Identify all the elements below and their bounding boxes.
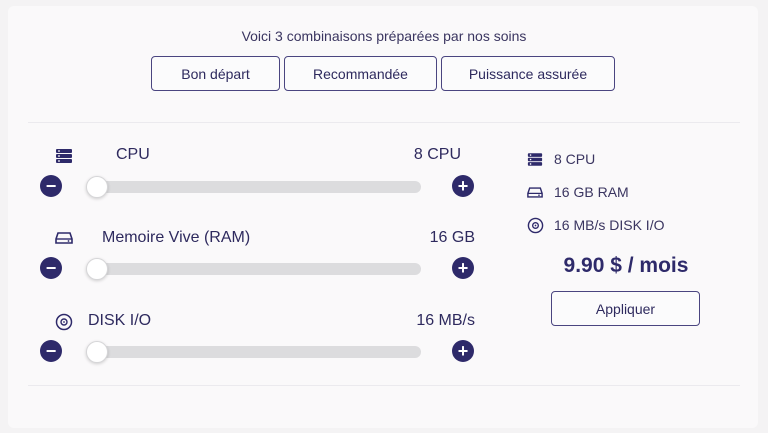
ram-label: Memoire Vive (RAM) (102, 229, 251, 246)
disk-label: DISK I/O (88, 312, 152, 329)
disk-value: 16 MB/s (416, 312, 475, 329)
intro-text: Voici 3 combinaisons préparées par nos s… (241, 28, 527, 44)
disk-decrease-button[interactable]: − (40, 340, 62, 362)
minus-icon: − (45, 341, 57, 361)
cpu-increase-button[interactable]: + (452, 175, 474, 197)
ram-slider-track[interactable] (86, 258, 421, 280)
divider (28, 122, 740, 123)
disk-slider-thumb[interactable] (86, 341, 108, 363)
drive-icon (55, 231, 75, 247)
ram-increase-button[interactable]: + (452, 257, 474, 279)
disk-increase-button[interactable]: + (452, 340, 474, 362)
summary-cpu: 8 CPU (526, 150, 595, 168)
cpu-label: CPU (116, 146, 150, 163)
disc-icon (55, 313, 75, 331)
drive-icon (526, 184, 544, 200)
ram-decrease-button[interactable]: − (40, 257, 62, 279)
ram-value: 16 GB (429, 229, 475, 246)
disc-icon (526, 217, 544, 233)
plus-icon: + (457, 258, 469, 278)
preset-puissance-assuree-button[interactable]: Puissance assurée (441, 56, 615, 91)
cpu-row: CPU 8 CPU − + (0, 140, 500, 200)
summary-cpu-text: 8 CPU (554, 151, 596, 167)
cpu-slider-track[interactable] (86, 176, 421, 198)
summary-ram-text: 16 GB RAM (554, 184, 629, 200)
preset-bon-depart-button[interactable]: Bon départ (151, 56, 280, 91)
server-icon (55, 148, 75, 164)
summary-disk-text: 16 MB/s DISK I/O (554, 217, 665, 233)
cpu-value: 8 CPU (413, 146, 461, 163)
ram-slider-thumb[interactable] (86, 258, 108, 280)
server-icon (526, 151, 544, 167)
cpu-slider-thumb[interactable] (86, 176, 108, 198)
disk-row: DISK I/O 16 MB/s − + (0, 305, 500, 365)
plus-icon: + (457, 176, 469, 196)
plus-icon: + (457, 341, 469, 361)
price: 9.90 $ / mois (563, 254, 689, 277)
preset-buttons: Bon départ Recommandée Puissance assurée (0, 56, 768, 92)
summary-disk: 16 MB/s DISK I/O (526, 216, 664, 234)
divider (28, 385, 740, 386)
minus-icon: − (45, 258, 57, 278)
disk-slider-track[interactable] (86, 341, 421, 363)
summary-ram: 16 GB RAM (526, 183, 629, 201)
cpu-decrease-button[interactable]: − (40, 175, 62, 197)
apply-button[interactable]: Appliquer (551, 291, 700, 326)
preset-recommandee-button[interactable]: Recommandée (284, 56, 437, 91)
minus-icon: − (45, 176, 57, 196)
ram-row: Memoire Vive (RAM) 16 GB − + (0, 222, 500, 282)
